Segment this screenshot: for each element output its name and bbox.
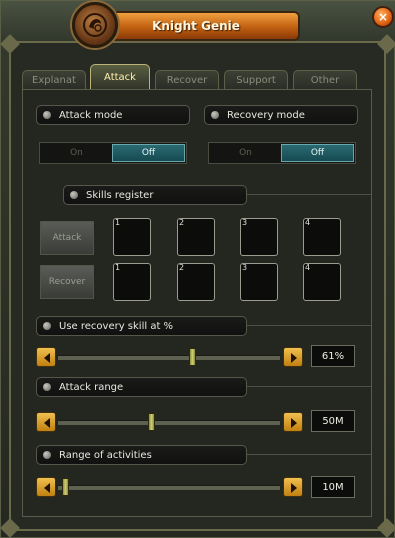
- recovery-skill-decrease-button[interactable]: [36, 347, 56, 367]
- attack-range-decrease-button[interactable]: [36, 412, 56, 432]
- activities-range-increase-button[interactable]: [283, 477, 303, 497]
- attack-range-value: 50M: [311, 410, 355, 432]
- attack-range-slider-track[interactable]: [58, 420, 280, 425]
- recovery-mode-off-button[interactable]: Off: [281, 144, 354, 162]
- arrow-left-icon: [44, 483, 50, 493]
- recovery-skill-increase-button[interactable]: [283, 347, 303, 367]
- attack-register-button[interactable]: Attack: [40, 221, 94, 255]
- tab-recover[interactable]: Recover: [155, 70, 219, 90]
- window-title-plate: Knight Genie: [92, 11, 300, 41]
- skills-register-label: Skills register: [63, 185, 247, 205]
- attack-mode-toggle: On Off: [39, 142, 187, 164]
- arrow-left-icon: [44, 418, 50, 428]
- recover-skill-slot-2[interactable]: 2: [177, 263, 215, 301]
- attack-skill-slot-2[interactable]: 2: [177, 218, 215, 256]
- recovery-skill-slider-thumb[interactable]: [189, 348, 197, 366]
- tab-explanat[interactable]: Explanat: [22, 70, 86, 90]
- attack-range-increase-button[interactable]: [283, 412, 303, 432]
- activities-range-decrease-button[interactable]: [36, 477, 56, 497]
- arrow-left-icon: [44, 353, 50, 363]
- attack-skill-slot-1[interactable]: 1: [113, 218, 151, 256]
- attack-range-label: Attack range: [36, 377, 247, 397]
- tab-other[interactable]: Other: [293, 70, 357, 90]
- bullet-icon: [43, 451, 51, 459]
- tab-bar: Explanat Attack Recover Support Other: [22, 64, 372, 90]
- bullet-icon: [211, 111, 219, 119]
- activities-range-slider-thumb[interactable]: [62, 478, 70, 496]
- window-title: Knight Genie: [152, 19, 240, 33]
- attack-skill-slot-4[interactable]: 4: [303, 218, 341, 256]
- bullet-icon: [70, 191, 78, 199]
- activities-range-value: 10M: [311, 476, 355, 498]
- arrow-right-icon: [291, 483, 297, 493]
- close-icon: ×: [377, 10, 389, 24]
- recovery-skill-label: Use recovery skill at %: [36, 316, 247, 336]
- activities-range-slider-track[interactable]: [58, 485, 280, 490]
- attack-mode-on-button[interactable]: On: [41, 144, 112, 162]
- recovery-mode-toggle: On Off: [208, 142, 356, 164]
- bullet-icon: [43, 383, 51, 391]
- recover-skill-slot-3[interactable]: 3: [240, 263, 278, 301]
- arrow-right-icon: [291, 418, 297, 428]
- recovery-skill-slider-track[interactable]: [58, 355, 280, 360]
- activities-range-label: Range of activities: [36, 445, 247, 465]
- section-divider: [247, 454, 371, 455]
- attack-skill-slot-3[interactable]: 3: [240, 218, 278, 256]
- close-button[interactable]: ×: [372, 6, 394, 28]
- recover-skill-slot-1[interactable]: 1: [113, 263, 151, 301]
- recover-skill-slot-4[interactable]: 4: [303, 263, 341, 301]
- attack-mode-off-button[interactable]: Off: [112, 144, 185, 162]
- tab-attack[interactable]: Attack: [90, 64, 150, 90]
- section-divider: [247, 386, 371, 387]
- bullet-icon: [43, 322, 51, 330]
- recover-register-button[interactable]: Recover: [40, 265, 94, 299]
- attack-range-slider-thumb[interactable]: [148, 413, 156, 431]
- bullet-icon: [43, 111, 51, 119]
- knight-emblem-icon: [72, 2, 118, 48]
- recovery-mode-on-button[interactable]: On: [210, 144, 281, 162]
- section-divider: [247, 194, 371, 195]
- section-divider: [247, 325, 371, 326]
- attack-mode-label: Attack mode: [36, 105, 190, 125]
- tab-support[interactable]: Support: [224, 70, 288, 90]
- recovery-skill-value: 61%: [311, 345, 355, 367]
- recovery-mode-label: Recovery mode: [204, 105, 358, 125]
- arrow-right-icon: [291, 353, 297, 363]
